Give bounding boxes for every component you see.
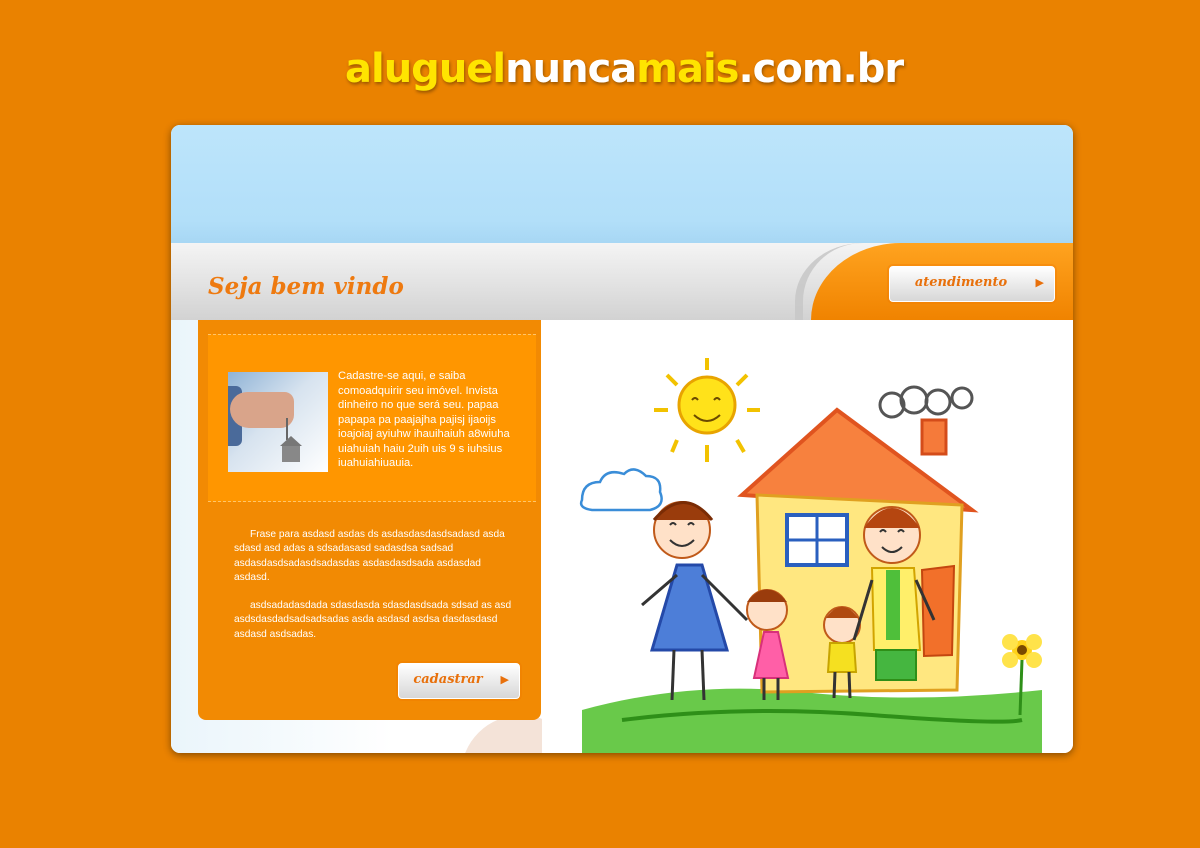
feature-text: Cadastre-se aqui, e saiba comoadquirir s…	[338, 370, 510, 469]
cadastrar-button[interactable]: cadastrar ▶	[398, 663, 520, 699]
door-shape	[920, 564, 956, 658]
family-house-illustration	[579, 358, 1042, 753]
logo-part-nunca: nunca	[505, 46, 637, 92]
hand-with-keys-photo	[228, 372, 328, 472]
triangle-right-icon: ▶	[500, 673, 509, 686]
hand-shape	[230, 392, 294, 428]
father-pants	[875, 649, 917, 681]
description-paragraph-1: Frase para asdasd asdas ds asdasdasdasds…	[234, 529, 505, 583]
site-logo[interactable]: aluguelnuncamais.com.br	[345, 46, 904, 92]
chimney-shape	[920, 418, 948, 456]
sky-banner	[171, 125, 1073, 245]
description: Frase para asdasd asdas ds asdasdasdasds…	[234, 528, 514, 656]
mother-dress	[649, 563, 730, 652]
family-house-drawing	[542, 320, 1073, 753]
triangle-right-icon: ▶	[1035, 276, 1044, 289]
feature-block: Cadastre-se aqui, e saiba comoadquirir s…	[208, 334, 536, 502]
house-keychain-roof	[280, 436, 302, 446]
description-paragraph-2: asdsadadasdada sdasdasda sdasdasdsada sd…	[234, 600, 512, 640]
cadastrar-label: cadastrar	[413, 672, 483, 687]
atendimento-button[interactable]: atendimento ▶	[889, 266, 1055, 302]
house-keychain-body	[282, 446, 300, 462]
logo-part-aluguel: aluguel	[345, 46, 506, 92]
mother-hair	[652, 501, 714, 521]
signup-box: Cadastre-se aqui, e saiba comoadquirir s…	[198, 320, 541, 720]
boy-shirt	[826, 642, 858, 673]
sun-shape	[677, 375, 737, 435]
cloud-shape	[579, 468, 663, 512]
welcome-heading: Seja bem vindo	[208, 273, 404, 300]
logo-part-mais: mais	[636, 46, 739, 92]
logo-part-domain: .com.br	[738, 46, 904, 92]
chimney-smoke	[878, 385, 974, 419]
main-panel: Seja bem vindo atendimento ▶ Cadastre-se…	[171, 125, 1073, 753]
father-tie	[886, 570, 900, 640]
atendimento-label: atendimento	[914, 275, 1008, 290]
